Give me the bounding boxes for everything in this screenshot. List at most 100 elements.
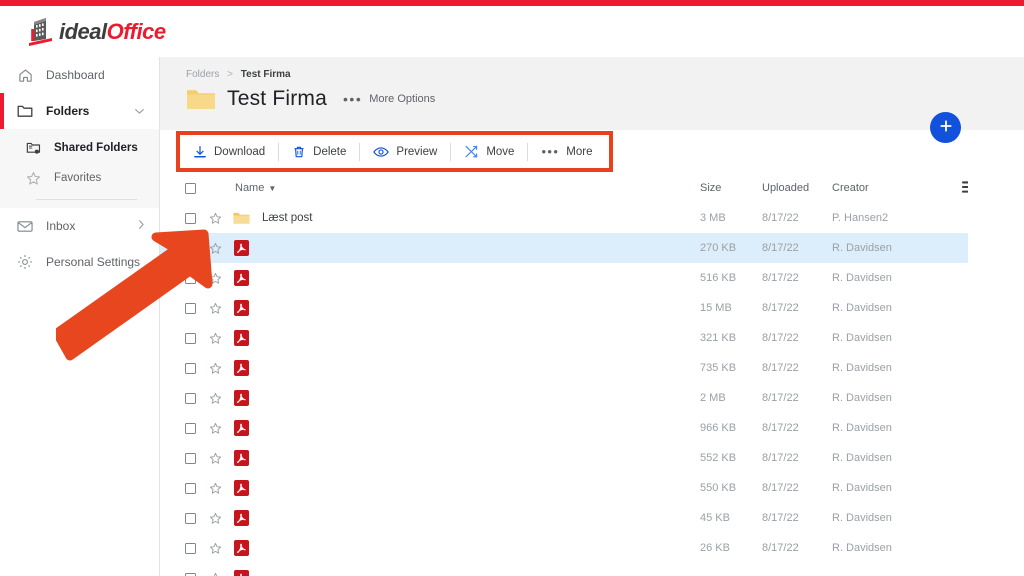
file-uploaded: 8/17/22 [762,392,799,404]
breadcrumb-separator: > [227,69,233,80]
row-checkbox[interactable] [176,332,204,344]
table-row[interactable]: 735 KB 8/17/22 R. Davidsen [160,353,1024,383]
move-button[interactable]: Move [451,144,527,159]
checkbox-icon [184,212,196,224]
row-checkbox[interactable] [176,452,204,464]
row-checkbox[interactable] [176,362,204,374]
file-creator: R. Davidsen [832,422,892,434]
favorite-star-icon[interactable] [204,302,226,315]
table-row[interactable]: 552 KB 8/17/22 R. Davidsen [160,443,1024,473]
chevron-right-icon[interactable] [137,219,145,233]
table-row[interactable]: 26 KB 8/17/22 R. Davidsen [160,533,1024,563]
add-new-button[interactable] [930,112,961,143]
table-row[interactable]: 550 KB 8/17/22 R. Davidsen [160,473,1024,503]
pdf-icon [226,390,256,406]
file-name[interactable]: Læst post [256,212,700,224]
row-checkbox[interactable] [176,212,204,224]
favorite-star-icon[interactable] [204,332,226,345]
file-creator: R. Davidsen [832,242,892,254]
favorite-star-icon[interactable] [204,362,226,375]
row-checkbox[interactable] [176,272,204,284]
more-options-label: More Options [369,93,436,105]
checkbox-icon [184,422,196,434]
table-row[interactable]: 270 KB 8/17/22 R. Davidsen [160,233,1024,263]
column-header-creator[interactable]: Creator [832,182,962,194]
sidebar-item-favorites[interactable]: Favorites [0,163,159,193]
chevron-down-icon[interactable] [134,104,145,118]
table-row[interactable]: Læst post 3 MB 8/17/22 P. Hansen2 [160,203,1024,233]
pdf-icon [226,570,256,576]
favorite-star-icon[interactable] [204,542,226,555]
favorite-star-icon[interactable] [204,482,226,495]
favorite-star-icon[interactable] [204,452,226,465]
ellipsis-icon: ••• [343,91,363,107]
delete-button[interactable]: Delete [279,145,359,159]
file-uploaded: 8/17/22 [762,212,799,224]
row-checkbox[interactable] [176,242,204,254]
sidebar-item-personal-settings[interactable]: Personal Settings [0,244,159,280]
pdf-badge [233,570,249,576]
pdf-icon [226,300,256,316]
building-icon [28,17,56,47]
sidebar-item-shared-folders[interactable]: Shared Folders [0,133,159,163]
file-creator: R. Davidsen [832,482,892,494]
row-checkbox[interactable] [176,542,204,554]
file-size: 3 MB [700,212,726,224]
sidebar-item-inbox[interactable]: Inbox [0,208,159,244]
row-checkbox[interactable] [176,512,204,524]
column-header-name[interactable]: Name ▼ [204,182,700,194]
table-row[interactable] [160,563,1024,576]
column-header-size[interactable]: Size [700,182,762,194]
gear-icon [14,252,36,272]
table-row[interactable]: 966 KB 8/17/22 R. Davidsen [160,413,1024,443]
app-logo[interactable]: idealOffice [28,17,166,47]
table-body: Læst post 3 MB 8/17/22 P. Hansen2 270 KB 8/17… [160,203,1024,576]
favorite-star-icon[interactable] [204,272,226,285]
preview-button[interactable]: Preview [360,145,450,159]
download-button[interactable]: Download [180,145,278,159]
file-uploaded: 8/17/22 [762,242,799,254]
file-uploaded: 8/17/22 [762,362,799,374]
row-checkbox[interactable] [176,302,204,314]
row-checkbox[interactable] [176,572,204,576]
table-row[interactable]: 45 KB 8/17/22 R. Davidsen [160,503,1024,533]
folder-icon [14,101,36,121]
shuffle-arrows-icon [464,144,479,159]
favorite-star-icon[interactable] [204,572,226,576]
page-title: Test Firma [227,87,328,110]
column-header-uploaded[interactable]: Uploaded [762,182,832,194]
row-checkbox[interactable] [176,392,204,404]
file-uploaded: 8/17/22 [762,332,799,344]
file-uploaded: 8/17/22 [762,302,799,314]
preview-label: Preview [396,145,438,158]
favorite-star-icon[interactable] [204,242,226,255]
select-all-checkbox[interactable] [176,182,204,194]
pdf-badge [233,480,249,496]
table-row[interactable]: 516 KB 8/17/22 R. Davidsen [160,263,1024,293]
favorite-star-icon[interactable] [204,512,226,525]
favorite-star-icon[interactable] [204,392,226,405]
favorite-star-icon[interactable] [204,212,226,225]
more-button[interactable]: ••• More [528,144,605,159]
checkbox-icon [184,332,196,344]
favorite-star-icon[interactable] [204,422,226,435]
pdf-badge [233,540,249,556]
breadcrumb: Folders > Test Firma [186,69,291,80]
row-checkbox[interactable] [176,482,204,494]
table-row[interactable]: 15 MB 8/17/22 R. Davidsen [160,293,1024,323]
checkbox-icon [184,452,196,464]
file-size: 516 KB [700,272,737,284]
sidebar-item-dashboard[interactable]: Dashboard [0,57,159,93]
more-options-button[interactable]: ••• More Options [343,91,435,107]
sidebar-item-folders[interactable]: Folders [0,93,159,129]
sidebar-item-label: Inbox [46,219,76,233]
file-creator: R. Davidsen [832,332,892,344]
breadcrumb-root[interactable]: Folders [186,69,219,80]
checkbox-icon [184,542,196,554]
row-checkbox[interactable] [176,422,204,434]
ellipsis-icon: ••• [541,144,560,159]
pdf-badge [233,390,249,406]
table-row[interactable]: 321 KB 8/17/22 R. Davidsen [160,323,1024,353]
plus-icon [939,119,953,136]
table-row[interactable]: 2 MB 8/17/22 R. Davidsen [160,383,1024,413]
